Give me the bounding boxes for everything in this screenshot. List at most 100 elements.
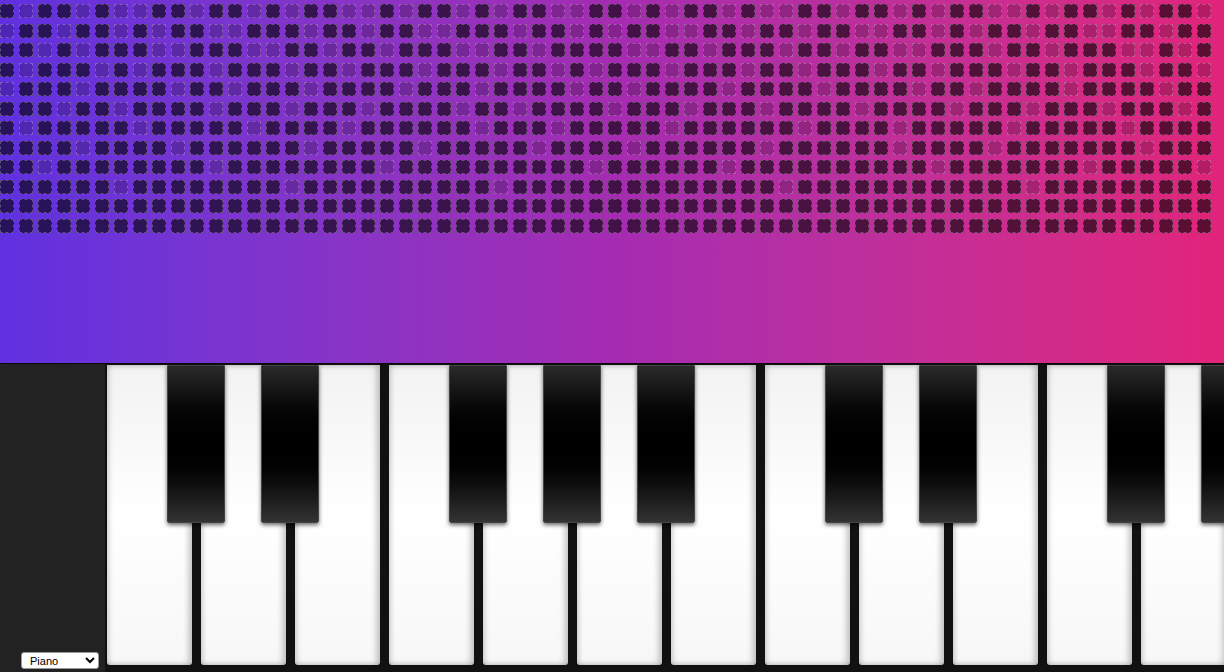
visualizer-cell: [1197, 43, 1211, 57]
visualizer-cell: [38, 180, 52, 194]
visualizer-cell: [285, 82, 299, 96]
visualizer-cell: [589, 121, 603, 135]
visualizer-cell: [1007, 102, 1021, 116]
visualizer-cell: [532, 63, 546, 77]
black-key[interactable]: [919, 365, 977, 523]
visualizer-cell: [608, 82, 622, 96]
visualizer-cell: [817, 43, 831, 57]
visualizer-cell: [608, 199, 622, 213]
visualizer-cell: [1064, 219, 1078, 233]
instrument-select[interactable]: Piano: [21, 652, 99, 669]
visualizer-cell: [0, 160, 14, 174]
visualizer-cell: [1045, 82, 1059, 96]
visualizer-cell: [931, 24, 945, 38]
visualizer-cell: [950, 180, 964, 194]
visualizer-cell: [323, 102, 337, 116]
visualizer-cell: [532, 160, 546, 174]
visualizer-cell: [988, 63, 1002, 77]
visualizer-cell: [19, 141, 33, 155]
visualizer-cell: [627, 141, 641, 155]
visualizer-cell: [741, 102, 755, 116]
visualizer-cell: [1159, 180, 1173, 194]
visualizer-cell: [646, 199, 660, 213]
black-key[interactable]: [449, 365, 507, 523]
visualizer-cell: [988, 160, 1002, 174]
black-key[interactable]: [167, 365, 225, 523]
visualizer-cell: [494, 24, 508, 38]
visualizer-cell: [969, 199, 983, 213]
visualizer-cell: [912, 4, 926, 18]
visualizer-cell: [1083, 121, 1097, 135]
visualizer-cell: [1102, 4, 1116, 18]
visualizer-cell: [456, 121, 470, 135]
visualizer-cell: [190, 82, 204, 96]
visualizer-cell: [1121, 199, 1135, 213]
black-key[interactable]: [261, 365, 319, 523]
visualizer-cell: [855, 121, 869, 135]
visualizer-cell: [456, 82, 470, 96]
visualizer-cell: [684, 43, 698, 57]
visualizer-cell: [1045, 219, 1059, 233]
visualizer-cell: [456, 43, 470, 57]
visualizer-cell: [1102, 24, 1116, 38]
white-key[interactable]: [1047, 365, 1132, 665]
visualizer-cell: [95, 160, 109, 174]
visualizer-cell: [1045, 141, 1059, 155]
visualizer-cell: [152, 82, 166, 96]
visualizer-cell: [874, 180, 888, 194]
visualizer-cell: [931, 121, 945, 135]
black-key[interactable]: [825, 365, 883, 523]
visualizer-cell: [399, 102, 413, 116]
visualizer-cell: [190, 199, 204, 213]
visualizer-cell: [988, 199, 1002, 213]
visualizer-cell: [931, 141, 945, 155]
visualizer-cell: [1026, 121, 1040, 135]
visualizer-cell: [285, 141, 299, 155]
visualizer-cell: [1045, 160, 1059, 174]
visualizer-cell: [418, 4, 432, 18]
visualizer-cell: [285, 63, 299, 77]
black-key[interactable]: [637, 365, 695, 523]
visualizer-cell: [361, 102, 375, 116]
visualizer-cell: [969, 102, 983, 116]
visualizer-cell: [836, 63, 850, 77]
black-key[interactable]: [1201, 365, 1224, 523]
visualizer-cell: [152, 199, 166, 213]
visualizer-cell: [779, 180, 793, 194]
visualizer-cell: [38, 82, 52, 96]
visualizer-cell: [247, 63, 261, 77]
visualizer-cell: [817, 160, 831, 174]
visualizer-cell: [931, 4, 945, 18]
visualizer-cell: [418, 82, 432, 96]
visualizer-cell: [247, 141, 261, 155]
visualizer-cell: [304, 199, 318, 213]
visualizer-cell: [304, 219, 318, 233]
visualizer-cell: [38, 219, 52, 233]
visualizer-cell: [1083, 219, 1097, 233]
visualizer-cell: [1159, 219, 1173, 233]
visualizer-cell: [665, 43, 679, 57]
visualizer-cell: [741, 121, 755, 135]
visualizer-cell: [513, 4, 527, 18]
visualizer-cell: [513, 63, 527, 77]
visualizer-cell: [532, 102, 546, 116]
visualizer-cell: [570, 160, 584, 174]
white-key[interactable]: [765, 365, 850, 665]
black-key[interactable]: [1107, 365, 1165, 523]
visualizer-cell: [399, 24, 413, 38]
visualizer-cell: [931, 180, 945, 194]
visualizer-cell: [323, 63, 337, 77]
visualizer-cell: [380, 82, 394, 96]
white-key[interactable]: [107, 365, 192, 665]
visualizer-cell: [475, 4, 489, 18]
visualizer-cell: [779, 102, 793, 116]
visualizer-cell: [836, 4, 850, 18]
black-key[interactable]: [543, 365, 601, 523]
visualizer-cell: [703, 141, 717, 155]
visualizer-cell: [190, 160, 204, 174]
visualizer-cell: [551, 121, 565, 135]
visualizer-cell: [1102, 219, 1116, 233]
visualizer-cell: [304, 102, 318, 116]
white-key[interactable]: [389, 365, 474, 665]
visualizer-cell: [342, 82, 356, 96]
